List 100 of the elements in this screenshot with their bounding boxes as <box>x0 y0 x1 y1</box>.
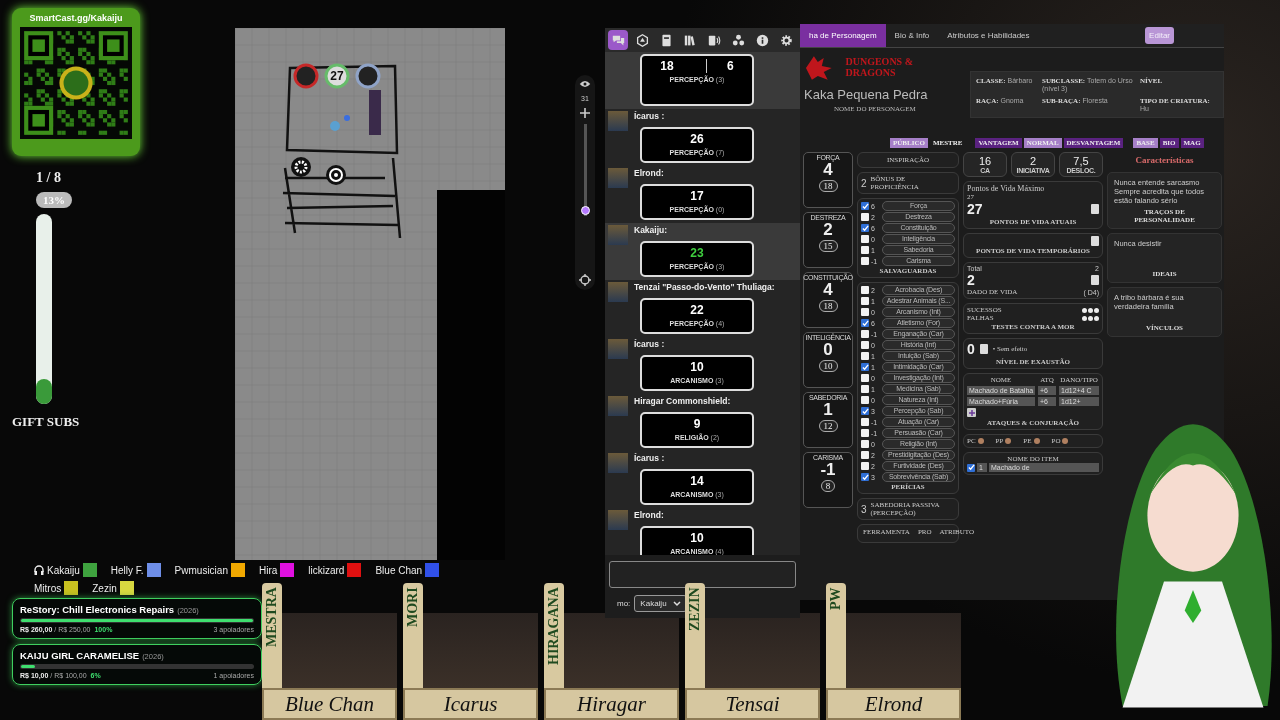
avatar-thumbnail <box>608 453 628 473</box>
checkbox[interactable] <box>861 440 869 448</box>
roll-result: 26 <box>690 131 704 146</box>
sheet-tab[interactable]: Bio & Info <box>885 24 939 47</box>
exhaustion-value: 0 <box>967 341 975 357</box>
checkbox[interactable] <box>861 286 869 294</box>
avatar-thumbnail <box>608 168 628 188</box>
checkbox[interactable] <box>861 213 869 221</box>
checkbox[interactable] <box>861 418 869 426</box>
add-button[interactable] <box>967 408 976 417</box>
player-tag: PW <box>826 583 846 688</box>
chevron-icon <box>672 600 681 607</box>
checkbox[interactable] <box>861 297 869 305</box>
crosshair-icon[interactable] <box>579 274 591 286</box>
checkbox[interactable] <box>861 308 869 316</box>
speaker-name: Ícarus : <box>634 339 666 351</box>
checkbox[interactable] <box>861 202 869 210</box>
spinner[interactable] <box>979 344 988 354</box>
participant-name: Zezin <box>92 582 117 594</box>
roll-result: 9 <box>693 416 701 431</box>
checkbox[interactable] <box>861 374 869 382</box>
passive-value: 3 <box>861 503 867 515</box>
settings-icon <box>780 33 794 47</box>
participant-name: Blue Chan <box>375 564 423 576</box>
info-icon <box>756 33 770 47</box>
coin-icon <box>1033 438 1040 444</box>
speaker-name: Hiragar Commonshield: <box>634 396 732 408</box>
checkbox[interactable] <box>861 363 869 371</box>
checkbox[interactable] <box>861 451 869 459</box>
chat-input[interactable] <box>609 561 796 588</box>
qr-url: SmartCast.gg/Kakaiju <box>29 13 123 23</box>
ability-value: 18 <box>818 179 838 192</box>
checkbox[interactable] <box>861 407 869 415</box>
current-hp: 27 <box>967 201 983 217</box>
token-label: 27 <box>330 69 344 83</box>
checkbox[interactable] <box>967 463 975 472</box>
checkbox[interactable] <box>861 429 869 437</box>
checkbox[interactable] <box>861 341 869 349</box>
checkbox[interactable] <box>861 257 869 265</box>
ability-modifier: -1 <box>820 461 836 480</box>
name-banner: Hiragar <box>544 688 679 720</box>
speaker-name: Elrond: <box>634 510 665 522</box>
roll-result: 10 <box>690 359 704 374</box>
slider-thumb[interactable] <box>580 206 590 216</box>
name-banner: Elrond <box>826 688 961 720</box>
sheet-tab[interactable]: ha de Personagem <box>800 24 886 47</box>
plus-icon[interactable] <box>580 108 590 118</box>
checkbox[interactable] <box>861 473 869 481</box>
goal-title: ReStory: Chill Electronics Repairs <box>20 604 175 615</box>
checkbox[interactable] <box>861 462 869 470</box>
checkbox[interactable] <box>861 396 869 404</box>
avatar-thumbnail <box>608 111 628 131</box>
participant-name: Pwmusician <box>174 564 228 576</box>
speaker-name: Ícarus : <box>634 453 666 465</box>
gear-icon[interactable] <box>291 157 311 177</box>
checkbox[interactable] <box>861 330 869 338</box>
ability-modifier: 1 <box>823 401 833 420</box>
speaking-as-select[interactable]: Kakaiju <box>634 595 687 612</box>
roll-result: 14 <box>690 473 704 488</box>
checkbox[interactable] <box>861 385 869 393</box>
checkbox[interactable] <box>861 352 869 360</box>
avatar-thumbnail <box>608 282 628 302</box>
chat-tab[interactable] <box>608 30 628 50</box>
target-icon[interactable] <box>326 165 346 185</box>
avatar-thumbnail <box>608 396 628 416</box>
zoom-slider[interactable] <box>583 124 587 216</box>
sub-count: 1 / 8 <box>36 170 61 186</box>
checkbox[interactable] <box>861 235 869 243</box>
roll-result: 23 <box>690 245 704 260</box>
checkbox[interactable] <box>861 319 869 327</box>
speaker-name: Ícarus : <box>634 111 666 123</box>
ability-value: 18 <box>818 299 838 312</box>
logo-text: DUNGEONS & DRAGONS <box>845 56 914 78</box>
circles-icon <box>1082 307 1099 313</box>
checkbox[interactable] <box>861 224 869 232</box>
speaker-icon <box>708 33 722 47</box>
dice-icon <box>635 33 649 47</box>
speaking-as-label: mo: <box>617 599 631 608</box>
player-tag: MESTRA <box>262 583 282 688</box>
roll-result: 18 <box>660 59 674 73</box>
sheet-tab[interactable]: Atributos e Habilidades <box>938 24 1039 47</box>
participant-name: Mitros <box>34 582 62 594</box>
map-token[interactable] <box>355 63 381 89</box>
ability-value: 8 <box>820 479 836 492</box>
participant-name: Helly F. <box>110 564 144 576</box>
roll-result: 22 <box>690 302 704 317</box>
speaker-name: Tenzai "Passo-do-Vento" Thuliaga: <box>634 282 776 294</box>
roll-result: 6 <box>706 59 734 73</box>
headphones-icon <box>34 565 44 575</box>
map-token[interactable] <box>324 63 350 89</box>
player-tag: ZEZIN <box>685 583 705 688</box>
character-name: Kaka Pequena Pedra <box>804 87 929 102</box>
avatar-thumbnail <box>608 339 628 359</box>
roll-result: 10 <box>690 530 704 545</box>
eye-icon[interactable] <box>579 79 591 89</box>
checkbox[interactable] <box>861 246 869 254</box>
player-tag: HIRAGANA <box>544 583 564 688</box>
chat-icon <box>611 33 625 47</box>
gift-subs-label: GIFT SUBS <box>12 414 80 430</box>
coin-icon <box>1005 438 1012 444</box>
